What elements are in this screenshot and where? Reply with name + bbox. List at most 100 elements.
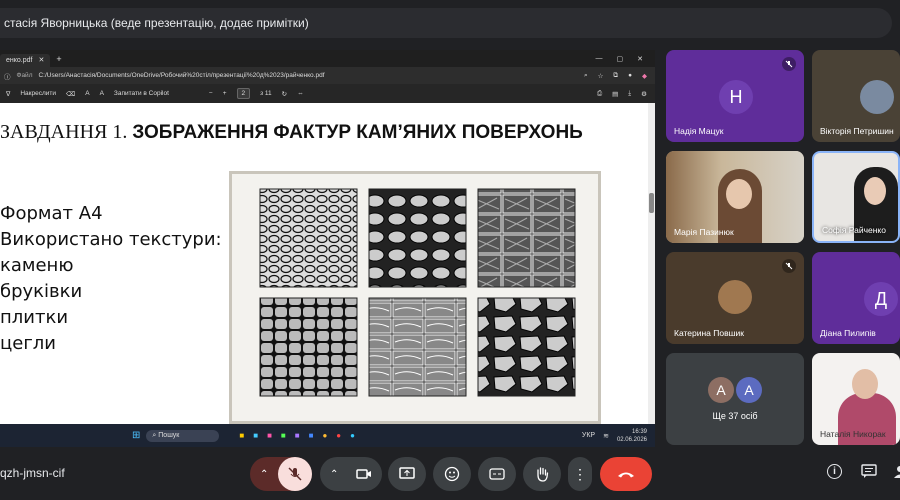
- avatar-initial: Н: [729, 86, 743, 107]
- more-options-button[interactable]: ⋮: [568, 457, 592, 491]
- star-icon[interactable]: ☆: [598, 72, 604, 80]
- avatar: А: [708, 377, 734, 403]
- text-size-button[interactable]: A: [85, 90, 89, 97]
- app-icon[interactable]: ■: [239, 431, 244, 440]
- participant-name: Марія Пазинюк: [674, 227, 734, 237]
- copilot-button[interactable]: Запитати в Copilot: [114, 90, 169, 97]
- person-face: [852, 369, 878, 399]
- taskbar-apps: ■ ■ ■ ■ ■ ■ ● ● ●: [239, 431, 355, 440]
- raise-hand-button[interactable]: [523, 457, 561, 491]
- bullet-item: каменю: [0, 255, 74, 276]
- taskbar-search[interactable]: ⌕ Пошук: [146, 429, 220, 442]
- extensions-icon[interactable]: ⧉: [613, 72, 618, 80]
- person-face: [864, 177, 886, 205]
- captions-icon: [489, 468, 505, 480]
- bullet-item: бруківки: [0, 281, 83, 302]
- texture-tile: [259, 297, 358, 397]
- pdf-right-tools: ⎙ ▤ ⤓ ⚙: [597, 90, 655, 98]
- page-number-input[interactable]: 2: [236, 88, 251, 99]
- info-icon[interactable]: ⓘ: [4, 71, 11, 81]
- avatar-initial: Д: [874, 288, 888, 309]
- others-count: Ще 37 осіб: [712, 411, 758, 421]
- texture-tile: [368, 297, 467, 397]
- participant-name: Вікторія Петришин: [820, 126, 894, 136]
- meeting-code[interactable]: qzh-jmsn-cif: [0, 466, 65, 480]
- participant-tile[interactable]: Марія Пазинюк: [666, 151, 804, 243]
- avatar: [860, 80, 894, 114]
- close-tab-icon[interactable]: ✕: [38, 56, 44, 64]
- app-icon[interactable]: ●: [350, 431, 355, 440]
- participant-tile[interactable]: Катерина Повшик: [666, 252, 804, 344]
- meeting-details-icon[interactable]: i: [827, 464, 842, 479]
- reactions-button[interactable]: [433, 457, 471, 491]
- avatar: Д: [864, 282, 898, 316]
- read-aloud-button[interactable]: A: [100, 90, 104, 97]
- tray-lang[interactable]: УКР: [582, 432, 595, 439]
- rotate-icon[interactable]: ↻: [282, 90, 287, 98]
- present-screen-icon: [399, 467, 415, 479]
- draw-button[interactable]: Накреслити: [20, 90, 56, 97]
- others-tile[interactable]: А А Ще 37 осіб: [666, 353, 804, 445]
- download-icon[interactable]: ⤓: [628, 90, 631, 98]
- app-icon[interactable]: ■: [281, 431, 286, 440]
- present-button[interactable]: [388, 457, 426, 491]
- participant-tile[interactable]: Софія Райченко: [812, 151, 900, 243]
- maximize-icon[interactable]: ▢: [617, 55, 624, 63]
- chevron-up-icon: ⌃: [260, 468, 269, 480]
- participant-tile[interactable]: Д Діана Пилипів: [812, 252, 900, 344]
- app-icon[interactable]: ■: [309, 431, 314, 440]
- new-tab-icon[interactable]: +: [56, 54, 61, 64]
- participant-tile[interactable]: Наталія Никорак: [812, 353, 900, 445]
- leave-call-button[interactable]: [600, 457, 652, 491]
- save-icon[interactable]: ▤: [612, 90, 618, 98]
- print-icon[interactable]: ⎙: [597, 90, 602, 98]
- video-options-button[interactable]: ⌃: [320, 457, 382, 491]
- texture-tile: [477, 188, 576, 288]
- page-total: з 11: [260, 90, 272, 97]
- clock[interactable]: 16:39 02.06.2026: [617, 428, 647, 444]
- app-icon[interactable]: ■: [295, 431, 300, 440]
- avatar: [718, 280, 752, 314]
- slide-title-prefix: ЗАВДАННЯ 1.: [0, 121, 133, 143]
- app-icon[interactable]: ■: [267, 431, 272, 440]
- bullet-item: плитки: [0, 307, 69, 328]
- profile-icon[interactable]: ●: [628, 72, 632, 80]
- fit-page-icon[interactable]: ⇔: [297, 90, 304, 97]
- close-window-icon[interactable]: ✕: [637, 55, 643, 63]
- app-icon[interactable]: ●: [322, 431, 327, 440]
- participant-name: Наталія Никорак: [820, 429, 886, 439]
- zoom-in-icon[interactable]: +: [223, 90, 227, 97]
- avatar: Н: [719, 80, 753, 114]
- camera-icon: [356, 469, 371, 479]
- browser-tab-strip: енко.pdf ✕ + — ▢ ✕: [0, 50, 655, 67]
- settings-icon[interactable]: ⚙: [641, 90, 647, 98]
- address-bar[interactable]: ⓘ Файл C:/Users/Анастасія/Documents/OneD…: [0, 67, 655, 84]
- minimize-icon[interactable]: —: [596, 55, 603, 63]
- address-url[interactable]: C:/Users/Анастасія/Documents/OneDrive/Ро…: [38, 72, 324, 79]
- copilot-icon[interactable]: ◆: [642, 72, 647, 80]
- bullet-item: цегли: [0, 333, 56, 354]
- pdf-scrollbar[interactable]: [648, 103, 655, 424]
- avatar: А: [736, 377, 762, 403]
- draw-icon[interactable]: ∇: [6, 90, 10, 98]
- app-icon[interactable]: ■: [253, 431, 258, 440]
- participant-tile[interactable]: Вікторія Петришин: [812, 50, 900, 142]
- pdf-toolbar: ∇ Накреслити ⌫ A A Запитати в Copilot − …: [0, 84, 655, 103]
- audio-options-button[interactable]: ⌃: [250, 457, 312, 491]
- app-icon[interactable]: ●: [336, 431, 341, 440]
- texture-tile: [368, 188, 467, 288]
- participant-tile[interactable]: Н Надія Мацук: [666, 50, 804, 142]
- mic-off-icon: [782, 57, 796, 71]
- zoom-out-icon[interactable]: −: [209, 90, 213, 97]
- emoji-icon: [444, 466, 460, 482]
- browser-tab[interactable]: енко.pdf ✕: [0, 53, 51, 67]
- clock-time: 16:39: [631, 428, 647, 435]
- wifi-icon[interactable]: ≋: [603, 432, 609, 440]
- windows-start-icon[interactable]: ⊞: [132, 430, 140, 441]
- pdf-slide: ЗАВДАННЯ 1. ЗОБРАЖЕННЯ ФАКТУР КАМ’ЯНИХ П…: [0, 103, 648, 424]
- eraser-icon[interactable]: ⌫: [66, 90, 75, 98]
- search-icon[interactable]: ⌕: [584, 72, 588, 80]
- captions-button[interactable]: [478, 457, 516, 491]
- mic-toggle-button[interactable]: [278, 457, 312, 491]
- participant-name: Діана Пилипів: [820, 328, 876, 338]
